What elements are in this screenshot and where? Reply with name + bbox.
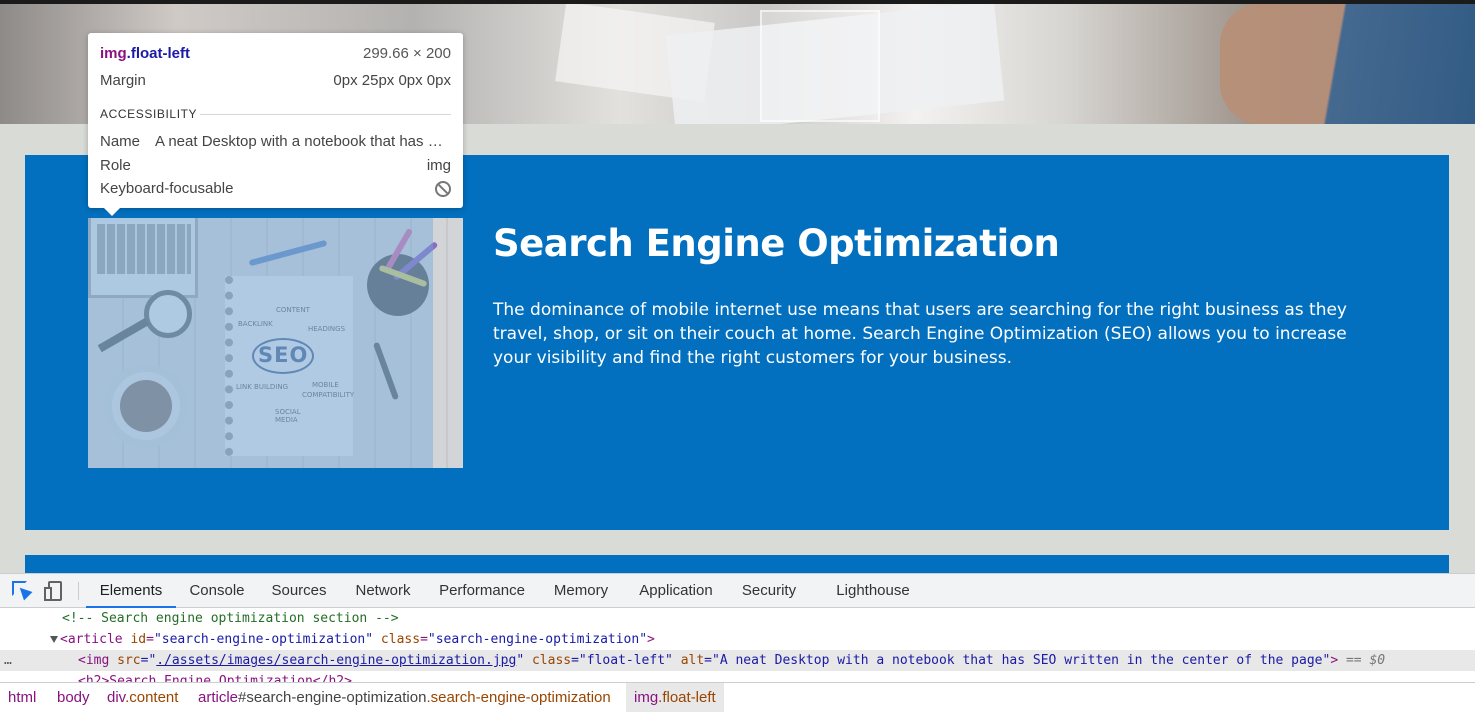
inspect-highlight-overlay [88,218,433,468]
breadcrumb: html body div.content article#search-eng… [0,682,1475,712]
dom-comment-line[interactable]: <!-- Search engine optimization section … [0,608,1475,629]
devtools-tabbar: Elements Console Sources Network Perform… [0,574,1475,608]
tooltip-header: img.float-left 299.66 × 200 [100,45,451,62]
devtools-panel: Elements Console Sources Network Perform… [0,573,1475,722]
more-options-icon[interactable]: … [4,650,13,671]
tab-network[interactable]: Network [340,574,426,608]
breadcrumb-html[interactable]: html [0,683,44,712]
tab-performance[interactable]: Performance [426,574,538,608]
hero-arm [1220,4,1475,124]
next-section [25,555,1449,573]
inspect-element-icon[interactable] [12,581,33,601]
tooltip-keyboard-row: Keyboard-focusable [100,180,451,197]
dom-article-line[interactable]: <article id="search-engine-optimization"… [0,629,1475,650]
expand-triangle-icon[interactable] [50,636,58,643]
dom-img-line[interactable]: … <img src="./assets/images/search-engin… [0,650,1475,671]
dom-tree: <!-- Search engine optimization section … [0,608,1475,682]
section-description: The dominance of mobile internet use mea… [493,300,1347,368]
tooltip-name-label: Name [100,133,141,150]
seo-image[interactable]: SEO BACKLINK CONTENT HEADINGS LINK BUILD… [88,218,463,468]
hero-glass [760,10,880,122]
tab-security[interactable]: Security [728,574,810,608]
inspect-tooltip: img.float-left 299.66 × 200 Margin 0px 2… [88,33,463,216]
tooltip-margin-value: 0px 25px 0px 0px [333,72,451,89]
tooltip-margin-row: Margin 0px 25px 0px 0px [100,72,451,89]
breadcrumb-body[interactable]: body [49,683,98,712]
tooltip-keyboard-label: Keyboard-focusable [100,180,234,197]
device-toolbar-icon[interactable] [44,581,64,601]
tab-memory[interactable]: Memory [538,574,624,608]
not-allowed-icon [435,181,451,197]
breadcrumb-article[interactable]: article#search-engine-optimization.searc… [190,683,619,712]
dom-h2-line[interactable]: <h2>Search Engine Optimization</h2> [0,671,1475,682]
tooltip-role-row: Role img [100,157,451,174]
img-src-link[interactable]: ./assets/images/search-engine-optimizati… [156,653,516,668]
tooltip-selector: img.float-left [100,45,190,62]
tooltip-divider [200,114,451,115]
breadcrumb-img[interactable]: img.float-left [626,683,724,712]
section-title: Search Engine Optimization [493,222,1060,265]
tab-lighthouse[interactable]: Lighthouse [826,574,920,608]
dom-comment: <!-- Search engine optimization section … [62,611,399,626]
tooltip-accessibility-heading: ACCESSIBILITY [100,107,198,121]
breadcrumb-div-content[interactable]: div.content [99,683,186,712]
tab-sources[interactable]: Sources [258,574,340,608]
tooltip-margin-label: Margin [100,72,146,89]
toolbar-divider [78,582,79,600]
tooltip-size: 299.66 × 200 [362,45,451,62]
tab-console[interactable]: Console [176,574,258,608]
tooltip-role-value: img [426,157,451,174]
tooltip-role-label: Role [100,157,131,174]
tooltip-name-value: A neat Desktop with a notebook that has … [155,133,447,150]
dom-h2: <h2>Search Engine Optimization</h2> [78,674,352,682]
tab-application[interactable]: Application [624,574,728,608]
page-viewport: SEO BACKLINK CONTENT HEADINGS LINK BUILD… [0,0,1475,573]
tab-elements[interactable]: Elements [86,574,176,608]
tooltip-name-row: Name A neat Desktop with a notebook that… [100,133,451,150]
